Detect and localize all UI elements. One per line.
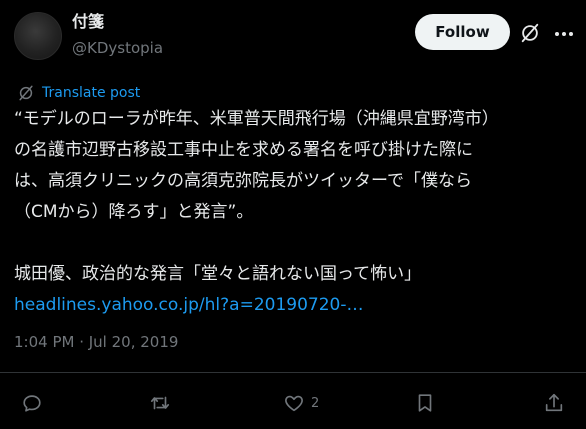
author-display-name[interactable]: 付箋 bbox=[72, 12, 104, 32]
like-button[interactable]: 2 bbox=[283, 391, 319, 415]
share-button[interactable] bbox=[543, 391, 565, 415]
post-text-line: の名護市辺野古移設工事中止を求める署名を呼び掛けた際に bbox=[14, 140, 473, 160]
post-text-line: 城田優、政治的な発言「堂々と語れない国って怖い」 bbox=[14, 264, 422, 284]
post-text: “モデルのローラが昨年、米軍普天間飛行場（沖縄県宜野湾市） の名護市辺野古移設工… bbox=[14, 104, 580, 321]
translate-post-link[interactable]: Translate post bbox=[42, 84, 140, 102]
author-handle[interactable]: @KDystopia bbox=[72, 38, 163, 58]
heart-icon bbox=[285, 395, 303, 412]
share-icon bbox=[545, 393, 563, 412]
post-external-link[interactable]: headlines.yahoo.co.jp/hl?a=20190720-… bbox=[14, 290, 580, 321]
avatar[interactable] bbox=[14, 12, 62, 60]
grok-icon[interactable] bbox=[519, 22, 541, 44]
translate-icon bbox=[19, 85, 33, 101]
post-timestamp[interactable]: 1:04 PM · Jul 20, 2019 bbox=[14, 332, 178, 352]
follow-button[interactable]: Follow bbox=[415, 14, 510, 50]
bookmark-button[interactable] bbox=[414, 391, 436, 415]
reply-icon bbox=[23, 395, 41, 412]
bookmark-icon bbox=[418, 394, 432, 412]
divider bbox=[0, 372, 586, 373]
repost-icon bbox=[150, 396, 170, 410]
post-text-line: （CMから）降ろす」と発言”。 bbox=[14, 202, 254, 222]
post-text-line: は、高須クリニックの高須克弥院長がツイッターで「僕なら bbox=[14, 171, 472, 191]
reply-button[interactable] bbox=[21, 391, 43, 415]
post-text-line: “モデルのローラが昨年、米軍普天間飛行場（沖縄県宜野湾市） bbox=[14, 109, 499, 129]
post-text-blank-line bbox=[14, 228, 580, 259]
more-options-icon[interactable] bbox=[552, 22, 576, 46]
repost-button[interactable] bbox=[149, 391, 171, 415]
like-count: 2 bbox=[311, 395, 320, 411]
